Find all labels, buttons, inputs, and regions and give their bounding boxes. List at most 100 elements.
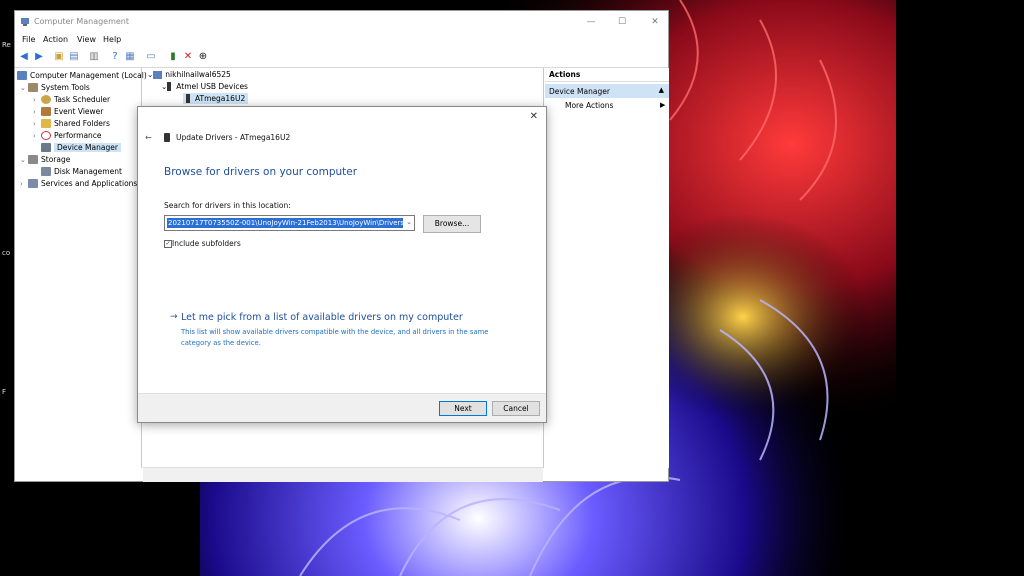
driver-path-value: 20210717T073550Z-001\UnoJoyWin-21Feb2013… xyxy=(167,218,403,228)
dialog-footer: Next Cancel xyxy=(138,393,546,422)
chevron-down-icon[interactable]: ⌄ xyxy=(20,84,28,92)
tree-item-label: Disk Management xyxy=(54,167,122,176)
desktop-label: co xyxy=(2,249,11,257)
chevron-down-icon[interactable]: ⌄ xyxy=(20,156,28,164)
chevron-down-icon[interactable]: ⌄ xyxy=(406,218,412,226)
window-title: Computer Management xyxy=(34,17,130,26)
dialog-close-icon[interactable]: ✕ xyxy=(530,111,538,122)
computer-icon xyxy=(17,71,27,80)
storage-icon xyxy=(28,155,38,164)
device-tree-computer[interactable]: ⌄ nikhilnailwal6525 xyxy=(147,70,231,79)
maximize-button[interactable]: ☐ xyxy=(615,15,629,29)
toolbar: ◀ ▶ ▣ ▤ ▥ ? ▦ ▭ ▮ ✕ ⊕ xyxy=(15,49,668,65)
menu-view[interactable]: View xyxy=(77,35,96,44)
chevron-right-icon[interactable]: › xyxy=(33,108,41,116)
usb-device-icon xyxy=(186,94,190,103)
cancel-button[interactable]: Cancel xyxy=(492,401,540,416)
more-actions[interactable]: More Actions ▶ xyxy=(565,101,665,110)
show-hide-tree-icon[interactable]: ▤ xyxy=(67,49,81,63)
dialog-title: Update Drivers - ATmega16U2 xyxy=(176,133,291,142)
desktop-icons-strip: Re co F xyxy=(0,0,14,576)
browse-button[interactable]: Browse... xyxy=(423,215,481,233)
more-actions-label: More Actions xyxy=(565,101,614,110)
device-tree-device[interactable]: ATmega16U2 xyxy=(183,93,249,104)
pick-driver-link[interactable]: Let me pick from a list of available dri… xyxy=(181,312,463,323)
dialog-heading: Browse for drivers on your computer xyxy=(164,166,358,178)
tree-item-device-manager[interactable]: Device Manager xyxy=(41,142,121,153)
action-pane-icon[interactable]: ▦ xyxy=(123,49,137,63)
include-subfolders-checkbox[interactable]: ✓ xyxy=(164,240,172,248)
tree-item-label: Task Scheduler xyxy=(54,95,111,104)
tree-item-storage[interactable]: ⌄ Storage xyxy=(20,154,70,165)
chevron-right-icon[interactable]: › xyxy=(33,120,41,128)
console-tree: Computer Management (Local) ⌄ System Too… xyxy=(15,68,147,468)
horizontal-scrollbar[interactable] xyxy=(143,467,543,482)
tree-item-label: Event Viewer xyxy=(54,107,104,116)
tree-item-system-tools[interactable]: ⌄ System Tools xyxy=(20,82,90,93)
usb-device-icon xyxy=(167,82,172,91)
services-icon xyxy=(28,179,38,188)
back-arrow-icon[interactable]: ◀ xyxy=(17,49,31,63)
tree-item-label: Device Manager xyxy=(54,143,121,152)
menu-help[interactable]: Help xyxy=(103,35,121,44)
disable-device-icon[interactable]: ⊕ xyxy=(196,49,210,63)
menu-action[interactable]: Action xyxy=(43,35,68,44)
letterbox-right xyxy=(896,0,1024,576)
clock-icon xyxy=(41,95,51,104)
folder-icon xyxy=(41,119,51,128)
tree-item-label: Computer Management (Local) xyxy=(30,71,147,80)
tree-item-disk-management[interactable]: Disk Management xyxy=(41,166,122,177)
tree-item-task-scheduler[interactable]: › Task Scheduler xyxy=(33,94,110,105)
device-manager-icon xyxy=(41,143,51,152)
search-location-label: Search for drivers in this location: xyxy=(164,201,291,210)
actions-pane: Actions Device Manager ▲ More Actions ▶ xyxy=(545,68,669,468)
tree-item-label: System Tools xyxy=(41,83,90,92)
event-viewer-icon xyxy=(41,107,51,116)
usb-device-icon xyxy=(164,133,170,142)
collapse-up-icon[interactable]: ▲ xyxy=(659,86,664,94)
device-tree-label: Atmel USB Devices xyxy=(176,82,248,91)
computer-management-icon xyxy=(21,18,29,26)
update-driver-icon[interactable]: ▮ xyxy=(166,49,180,63)
include-subfolders-label: Include subfolders xyxy=(172,239,241,248)
computer-icon xyxy=(153,70,163,79)
actions-header: Actions xyxy=(545,70,669,82)
scan-hardware-icon[interactable]: ▭ xyxy=(144,49,158,63)
help-icon[interactable]: ? xyxy=(108,49,122,63)
arrow-right-icon: → xyxy=(170,312,178,322)
desktop-label: Re xyxy=(2,41,11,49)
tree-item-label: Performance xyxy=(54,131,102,140)
back-arrow-icon[interactable]: ← xyxy=(145,133,152,142)
tree-item-shared-folders[interactable]: › Shared Folders xyxy=(33,118,110,129)
chevron-right-icon[interactable]: › xyxy=(20,180,28,188)
tree-item-services[interactable]: › Services and Applications xyxy=(20,178,137,189)
tree-item-performance[interactable]: › Performance xyxy=(33,130,102,141)
tools-icon xyxy=(28,83,38,92)
chevron-right-icon: ▶ xyxy=(660,101,666,109)
up-folder-icon[interactable]: ▣ xyxy=(52,49,66,63)
desktop-label: F xyxy=(2,388,7,396)
device-tree-category[interactable]: ⌄ Atmel USB Devices xyxy=(161,82,248,91)
close-button[interactable]: ✕ xyxy=(648,15,662,29)
properties-icon[interactable]: ▥ xyxy=(87,49,101,63)
minimize-button[interactable]: — xyxy=(584,15,598,29)
uninstall-device-icon[interactable]: ✕ xyxy=(181,49,195,63)
tree-item-event-viewer[interactable]: › Event Viewer xyxy=(33,106,103,117)
title-bar[interactable]: Computer Management — ☐ ✕ xyxy=(15,11,668,33)
actions-device-manager[interactable]: Device Manager ▲ xyxy=(545,84,669,98)
disk-icon xyxy=(41,167,51,176)
tree-item-label: Services and Applications xyxy=(41,179,138,188)
chevron-right-icon[interactable]: › xyxy=(33,132,41,140)
performance-icon xyxy=(41,131,51,140)
device-tree-label: nikhilnailwal6525 xyxy=(165,70,231,79)
device-tree-label: ATmega16U2 xyxy=(195,94,246,103)
next-button[interactable]: Next xyxy=(439,401,487,416)
menu-bar: File Action View Help xyxy=(15,35,668,47)
driver-path-input[interactable]: 20210717T073550Z-001\UnoJoyWin-21Feb2013… xyxy=(164,215,415,231)
forward-arrow-icon[interactable]: ▶ xyxy=(32,49,46,63)
tree-item-label: Storage xyxy=(41,155,71,164)
tree-item-root[interactable]: Computer Management (Local) xyxy=(17,70,147,81)
menu-file[interactable]: File xyxy=(22,35,35,44)
chevron-right-icon[interactable]: › xyxy=(33,96,41,104)
tree-item-label: Shared Folders xyxy=(54,119,110,128)
